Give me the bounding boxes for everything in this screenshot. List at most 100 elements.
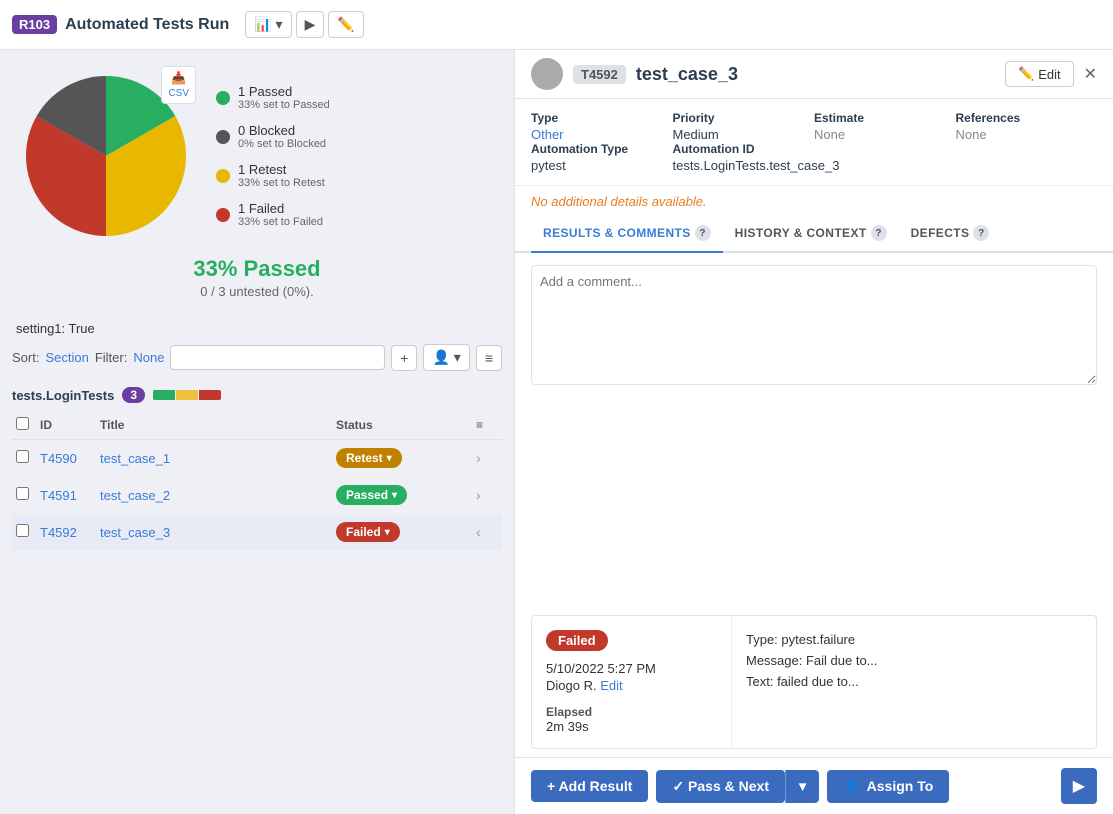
tab-defects[interactable]: DEFECTS ? [899, 215, 1002, 253]
meta-priority-value: Medium [673, 127, 815, 142]
row-id[interactable]: T4592 [36, 514, 96, 551]
result-card: Failed 5/10/2022 5:27 PM Diogo R. Edit E… [531, 615, 1097, 749]
meta-automation-id-value: tests.LoginTests.test_case_3 [673, 158, 1098, 173]
row-action[interactable]: ‹ [472, 514, 502, 551]
header-icons: 📊 ▾ ▶ ✏️ [245, 11, 364, 38]
csv-export-button[interactable]: 📥CSV [161, 66, 196, 104]
chart-row: 📥CSV [16, 66, 498, 246]
meta-type-value: Other [531, 127, 673, 142]
status-pill[interactable]: Passed ▾ [336, 485, 407, 505]
chart-icon-button[interactable]: 📊 ▾ [245, 11, 291, 38]
legend-text-failed: 1 Failed 33% set to Failed [238, 201, 323, 228]
legend-dot-failed [216, 208, 230, 222]
assign-filter-button[interactable]: 👤 ▾ [423, 344, 469, 371]
tab-history-context[interactable]: HISTORY & CONTEXT ? [723, 215, 899, 253]
chevron-right-icon[interactable]: › [476, 450, 481, 466]
meta-automation-type-label: Automation Type [531, 142, 673, 156]
results-help-icon[interactable]: ? [695, 225, 711, 241]
legend-item-retest: 1 Retest 33% set to Retest [216, 162, 330, 189]
history-help-icon[interactable]: ? [871, 225, 887, 241]
col-header-title: Title [96, 411, 332, 440]
group-name: tests.LoginTests [12, 388, 114, 403]
add-result-button[interactable]: + Add Result [531, 770, 648, 802]
edit-icon-button[interactable]: ✏️ [328, 11, 363, 38]
meta-automation-id-label: Automation ID [673, 142, 1098, 156]
bottom-bar: + Add Result ✓ Pass & Next ▼ 👤 Assign To… [515, 757, 1113, 814]
row-checkbox-cell [12, 514, 36, 551]
row-status[interactable]: Passed ▾ [332, 477, 472, 514]
elapsed-value: 2m 39s [546, 719, 717, 734]
result-type-line: Type: pytest.failure [746, 630, 1082, 651]
select-all-checkbox[interactable] [16, 417, 29, 430]
meta-references-label: References [956, 111, 1098, 125]
sort-value[interactable]: Section [45, 350, 88, 365]
pass-next-dropdown-button[interactable]: ▼ [785, 770, 819, 803]
result-left: Failed 5/10/2022 5:27 PM Diogo R. Edit E… [532, 616, 732, 748]
row-checkbox[interactable] [16, 487, 29, 500]
row-status[interactable]: Retest ▾ [332, 440, 472, 477]
status-pill[interactable]: Failed ▾ [336, 522, 400, 542]
group-header: tests.LoginTests 3 [12, 379, 502, 411]
row-title[interactable]: test_case_2 [96, 477, 332, 514]
result-user: Diogo R. Edit [546, 678, 717, 693]
meta-priority-label: Priority [673, 111, 815, 125]
setting-text: setting1: True [0, 315, 514, 336]
filter-input[interactable] [170, 345, 385, 370]
legend-text-retest: 1 Retest 33% set to Retest [238, 162, 325, 189]
untested-text: 0 / 3 untested (0%). [193, 284, 320, 299]
top-header: R103 Automated Tests Run 📊 ▾ ▶ ✏️ [0, 0, 1113, 50]
mini-progress-bar [153, 390, 221, 400]
row-id[interactable]: T4591 [36, 477, 96, 514]
test-table: ID Title Status ≡ T4590 test_case_1 Rete… [12, 411, 502, 550]
sort-label: Sort: [12, 350, 39, 365]
result-right: Type: pytest.failure Message: Fail due t… [732, 616, 1096, 748]
edit-case-button[interactable]: ✏️ Edit [1005, 61, 1074, 87]
percent-passed-text: 33% Passed [193, 256, 320, 282]
defects-help-icon[interactable]: ? [973, 225, 989, 241]
row-checkbox[interactable] [16, 524, 29, 537]
pass-next-group: ✓ Pass & Next ▼ [656, 770, 819, 803]
row-title[interactable]: test_case_3 [96, 514, 332, 551]
table-row[interactable]: T4592 test_case_3 Failed ▾ ‹ [12, 514, 502, 551]
table-section: tests.LoginTests 3 ID Title Status ≡ [0, 379, 514, 550]
add-filter-button[interactable]: + [391, 345, 417, 371]
legend-item-failed: 1 Failed 33% set to Failed [216, 201, 330, 228]
percent-section: 33% Passed 0 / 3 untested (0%). [193, 256, 320, 299]
filter-value[interactable]: None [133, 350, 164, 365]
group-badge: 3 [122, 387, 145, 403]
row-action[interactable]: › [472, 477, 502, 514]
close-detail-button[interactable]: ✕ [1084, 64, 1097, 84]
chevron-right-icon[interactable]: › [476, 487, 481, 503]
row-id[interactable]: T4590 [36, 440, 96, 477]
meta-priority: Priority Medium [673, 111, 815, 142]
col-header-checkbox [12, 411, 36, 440]
filter-label: Filter: [95, 350, 128, 365]
row-title[interactable]: test_case_1 [96, 440, 332, 477]
pass-next-button[interactable]: ✓ Pass & Next [656, 770, 785, 803]
table-row[interactable]: T4590 test_case_1 Retest ▾ › [12, 440, 502, 477]
chevron-left-icon[interactable]: ‹ [476, 524, 481, 540]
play-button[interactable]: ▶ [1061, 768, 1097, 804]
tab-results-comments[interactable]: RESULTS & COMMENTS ? [531, 215, 723, 253]
legend-dot-retest [216, 169, 230, 183]
row-checkbox[interactable] [16, 450, 29, 463]
play-button[interactable]: ▶ [296, 11, 325, 38]
case-avatar [531, 58, 563, 90]
assign-to-button[interactable]: 👤 Assign To [827, 770, 949, 803]
meta-automation-id: Automation ID tests.LoginTests.test_case… [673, 142, 1098, 173]
legend-item-blocked: 0 Blocked 0% set to Blocked [216, 123, 330, 150]
run-title: Automated Tests Run [65, 16, 229, 34]
meta-references-value: None [956, 127, 1098, 142]
meta-estimate: Estimate None [814, 111, 956, 142]
failed-status-badge: Failed [546, 630, 608, 651]
col-header-status: Status [332, 411, 472, 440]
comment-textarea[interactable] [531, 265, 1097, 385]
columns-button[interactable]: ≡ [476, 345, 502, 371]
edit-result-link[interactable]: Edit [600, 678, 622, 693]
row-action[interactable]: › [472, 440, 502, 477]
table-row[interactable]: T4591 test_case_2 Passed ▾ › [12, 477, 502, 514]
row-status[interactable]: Failed ▾ [332, 514, 472, 551]
status-pill[interactable]: Retest ▾ [336, 448, 402, 468]
legend-text-blocked: 0 Blocked 0% set to Blocked [238, 123, 326, 150]
legend-dot-blocked [216, 130, 230, 144]
